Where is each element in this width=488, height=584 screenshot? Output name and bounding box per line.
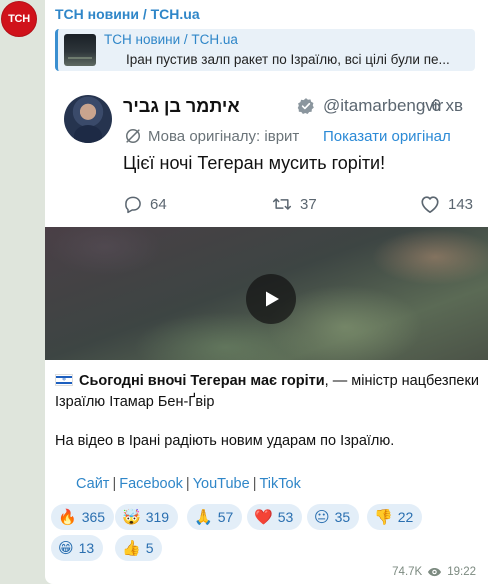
thumbs-down-icon: 👎: [374, 508, 393, 526]
heart-icon: [421, 196, 439, 213]
link-separator: |: [185, 476, 190, 492]
reaction-grin[interactable]: 😁 13: [51, 535, 104, 561]
tweet-card[interactable]: איתמר בן גביר @itamarbengvir · 6 хв Мова…: [45, 82, 488, 227]
reaction-count: 57: [217, 509, 234, 525]
play-button[interactable]: [246, 274, 296, 324]
israel-flag-icon: ✡: [55, 374, 73, 386]
likes-count: 143: [448, 195, 474, 213]
tweet-author-name: איתמר בן גביר: [123, 96, 240, 116]
message-meta: 74.7K 19:22: [392, 566, 476, 578]
reply-text: Іран пустив залп ракет по Ізраїлю, всі ц…: [126, 52, 450, 67]
reaction-count: 5: [145, 540, 154, 556]
neutral-face-icon: 😐: [314, 508, 330, 526]
reaction-count: 13: [78, 540, 95, 556]
play-icon: [266, 291, 279, 307]
mind-blown-icon: 🤯: [122, 508, 141, 526]
reaction-thumbs-up[interactable]: 👍 5: [115, 535, 163, 561]
tweet-retweets[interactable]: 37: [271, 194, 317, 214]
message-time: 19:22: [447, 566, 476, 578]
verified-badge-icon: [297, 98, 314, 114]
message-paragraph-2: На відео в Ірані радіють новим ударам по…: [55, 433, 395, 449]
views-count: 74.7K: [392, 566, 423, 578]
reply-preview[interactable]: ТСН новини / TCH.ua Іран пустив залп рак…: [55, 29, 475, 71]
reply-thumbnail: [64, 34, 96, 66]
tweet-likes[interactable]: 143: [419, 194, 473, 214]
link-separator: |: [112, 476, 117, 492]
fire-icon: 🔥: [58, 508, 77, 526]
tweet-time: · 6 хв: [421, 96, 464, 115]
link-youtube[interactable]: YouTube: [193, 476, 250, 492]
reaction-mind-blown[interactable]: 🤯 319: [115, 504, 179, 530]
reaction-count: 319: [145, 509, 170, 525]
eye-icon: [428, 567, 442, 577]
channel-avatar[interactable]: ТСН: [1, 1, 37, 37]
reply-bubble-icon: [125, 196, 141, 214]
tweet-avatar: [64, 95, 112, 143]
video-player[interactable]: [45, 227, 488, 360]
reaction-count: 53: [277, 509, 294, 525]
link-tiktok[interactable]: TikTok: [259, 476, 300, 492]
reaction-count: 35: [334, 509, 351, 525]
translation-note: Мова оригіналу: іврит: [148, 128, 300, 145]
message-bubble: ТСН новини / TCH.ua ТСН новини / TCH.ua …: [45, 0, 488, 584]
heart-emoji-icon: ❤️: [254, 508, 273, 526]
reaction-heart[interactable]: ❤️ 53: [247, 504, 303, 530]
reaction-neutral[interactable]: 😐 35: [307, 504, 360, 530]
link-site[interactable]: Сайт: [76, 476, 109, 492]
tweet-replies[interactable]: 64: [123, 194, 167, 214]
reaction-pray[interactable]: 🙏 57: [187, 504, 243, 530]
link-facebook[interactable]: Facebook: [119, 476, 183, 492]
retweet-icon: [272, 198, 292, 210]
show-original-link[interactable]: Показати оригінал: [323, 128, 451, 145]
reaction-count: 365: [81, 509, 106, 525]
reaction-count: 22: [397, 509, 414, 525]
thumbs-up-icon: 👍: [122, 539, 141, 557]
translate-icon: [126, 129, 140, 143]
pray-icon: 🙏: [194, 508, 213, 526]
sender-name[interactable]: ТСН новини / TCH.ua: [55, 6, 200, 22]
reply-title: ТСН новини / TCH.ua: [104, 32, 238, 47]
reaction-fire[interactable]: 🔥 365: [51, 504, 115, 530]
message-text: ✡ Сьогодні вночі Тегеран має горіти, — мі…: [55, 371, 480, 413]
reaction-thumbs-down[interactable]: 👎 22: [367, 504, 423, 530]
retweets-count: 37: [300, 195, 317, 213]
tweet-text: Цієї ночі Тегеран мусить горіти!: [123, 153, 386, 173]
footer-links: Сайт | Facebook | YouTube | TikTok: [76, 476, 301, 492]
grin-face-icon: 😁: [58, 539, 74, 557]
message-bold-text: Сьогодні вночі Тегеран має горіти: [79, 373, 325, 389]
link-separator: |: [252, 476, 257, 492]
replies-count: 64: [150, 195, 167, 213]
